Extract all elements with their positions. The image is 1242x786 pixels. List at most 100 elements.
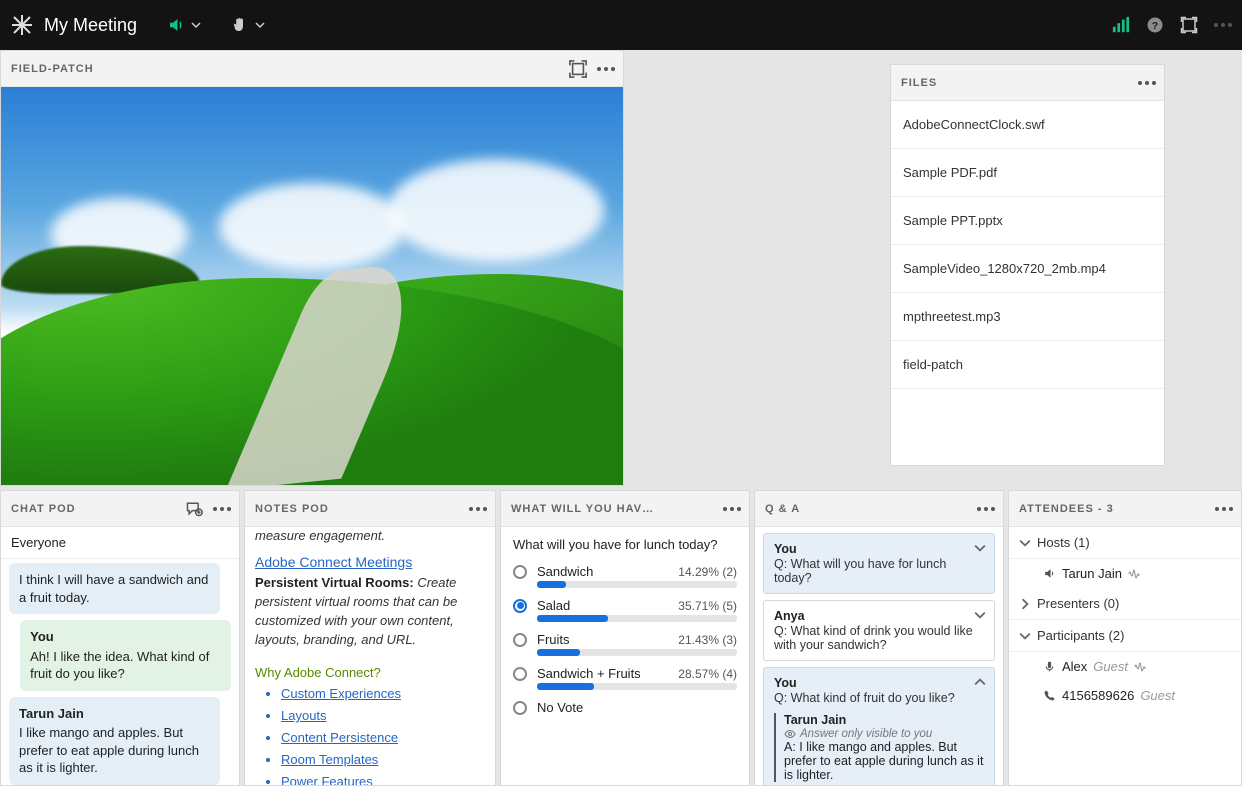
- qa-card[interactable]: YouQ: What kind of fruit do you like? Tar…: [763, 667, 995, 785]
- chat-message: I think I will have a sandwich and a fru…: [9, 563, 220, 614]
- chat-text: I think I will have a sandwich and a fru…: [19, 571, 210, 606]
- audio-wave-icon: [1134, 662, 1146, 672]
- share-content: [1, 87, 623, 485]
- file-row[interactable]: Sample PDF.pdf: [891, 149, 1164, 197]
- radio-icon: [513, 599, 527, 613]
- poll-options: Sandwich 14.29% (2) Salad 35.71% (5) Fruits2…: [501, 558, 749, 727]
- attendee-section-header[interactable]: Participants (2): [1009, 620, 1241, 652]
- audio-menu[interactable]: [167, 16, 201, 34]
- qa-list: YouQ: What will you have for lunch today…: [755, 527, 1003, 785]
- chevron-down-icon[interactable]: [974, 609, 986, 621]
- guest-label: Guest: [1140, 688, 1175, 703]
- meeting-title: My Meeting: [44, 15, 137, 36]
- chat-add-icon[interactable]: [185, 500, 203, 518]
- poll-pod: WHAT WILL YOU HAV… What will you have fo…: [500, 490, 750, 786]
- notes-bullet-link[interactable]: Custom Experiences: [281, 686, 401, 701]
- poll-option-label: Sandwich: [537, 564, 668, 579]
- attendees-pod: ATTENDEES - 3 Hosts (1) Tarun Jain Present…: [1008, 490, 1242, 786]
- pod-options-icon[interactable]: [597, 67, 615, 71]
- qa-author: You: [774, 542, 984, 556]
- pod-options-icon[interactable]: [213, 507, 231, 511]
- poll-option-pct: 28.57% (4): [678, 667, 737, 681]
- poll-option[interactable]: Fruits21.43% (3): [513, 632, 737, 647]
- notes-bullet-link[interactable]: Layouts: [281, 708, 327, 723]
- attendee-name: Tarun Jain: [1062, 566, 1122, 581]
- qa-author: You: [774, 676, 984, 690]
- attendee-section-label: Participants (2): [1037, 628, 1124, 643]
- poll-bar: [537, 581, 737, 588]
- speaker-icon: [1043, 567, 1056, 580]
- pod-options-icon[interactable]: [977, 507, 995, 511]
- share-pod-title: FIELD-PATCH: [11, 63, 569, 75]
- chevron-down-icon: [1019, 537, 1031, 549]
- qa-answer: Tarun JainAnswer only visible to youA: I…: [774, 713, 984, 782]
- chat-pod: CHAT POD Everyone I think I will have a …: [0, 490, 240, 786]
- attendees-pod-title: ATTENDEES - 3: [1019, 503, 1215, 515]
- chat-pod-title: CHAT POD: [11, 503, 185, 515]
- svg-text:?: ?: [1152, 20, 1158, 32]
- qa-pod-title: Q & A: [765, 503, 977, 515]
- app-logo-icon: [10, 13, 34, 37]
- chevron-down-icon: [1019, 630, 1031, 642]
- more-icon[interactable]: [1214, 23, 1232, 27]
- qa-card[interactable]: YouQ: What will you have for lunch today…: [763, 533, 995, 594]
- chat-messages: I think I will have a sandwich and a fru…: [1, 559, 239, 785]
- fullscreen-icon[interactable]: [1180, 16, 1198, 34]
- raise-hand-menu[interactable]: [231, 16, 265, 34]
- poll-option-pct: 35.71% (5): [678, 599, 737, 613]
- radio-icon: [513, 633, 527, 647]
- notes-pod: NOTES POD measure engagement. Adobe Conn…: [244, 490, 496, 786]
- poll-option-pct: 14.29% (2): [678, 565, 737, 579]
- audio-wave-icon: [1128, 569, 1140, 579]
- poll-bar: [537, 615, 737, 622]
- notes-bullet-link[interactable]: Power Features: [281, 774, 373, 785]
- pod-options-icon[interactable]: [1138, 81, 1156, 85]
- notes-why: Why Adobe Connect?: [255, 664, 485, 683]
- file-row[interactable]: Sample PPT.pptx: [891, 197, 1164, 245]
- fullscreen-icon[interactable]: [569, 60, 587, 78]
- poll-option-label: Salad: [537, 598, 668, 613]
- poll-option[interactable]: Sandwich 14.29% (2): [513, 564, 737, 579]
- chat-tab-everyone[interactable]: Everyone: [1, 527, 239, 559]
- poll-option[interactable]: Salad 35.71% (5): [513, 598, 737, 613]
- qa-card[interactable]: AnyaQ: What kind of drink you would like…: [763, 600, 995, 661]
- notes-line: measure engagement.: [255, 528, 385, 543]
- qa-visibility: Answer only visible to you: [784, 728, 984, 740]
- file-row[interactable]: field-patch: [891, 341, 1164, 389]
- file-row[interactable]: SampleVideo_1280x720_2mb.mp4: [891, 245, 1164, 293]
- chevron-up-icon[interactable]: [974, 676, 986, 688]
- mic-icon: [1043, 660, 1056, 673]
- poll-option[interactable]: Sandwich + Fruits28.57% (4): [513, 666, 737, 681]
- qa-question: Q: What kind of fruit do you like?: [774, 691, 984, 705]
- attendee-row[interactable]: 4156589626 Guest: [1009, 681, 1241, 710]
- attendees-list: Hosts (1) Tarun Jain Presenters (0) Partici…: [1009, 527, 1241, 785]
- notes-pod-title: NOTES POD: [255, 503, 469, 515]
- file-row[interactable]: mpthreetest.mp3: [891, 293, 1164, 341]
- poll-option[interactable]: No Vote: [513, 700, 737, 715]
- notes-bullet-link[interactable]: Room Templates: [281, 752, 378, 767]
- attendee-row[interactable]: Alex Guest: [1009, 652, 1241, 681]
- pod-options-icon[interactable]: [1215, 507, 1233, 511]
- chevron-down-icon[interactable]: [974, 542, 986, 554]
- qa-author: Anya: [774, 609, 984, 623]
- notes-content[interactable]: measure engagement. Adobe Connect Meetin…: [245, 527, 495, 785]
- notes-heading-link[interactable]: Adobe Connect Meetings: [255, 552, 485, 572]
- attendee-row[interactable]: Tarun Jain: [1009, 559, 1241, 588]
- qa-answer-author: Tarun Jain: [784, 713, 984, 727]
- pod-options-icon[interactable]: [723, 507, 741, 511]
- chevron-right-icon: [1019, 598, 1031, 610]
- chat-author: Tarun Jain: [19, 705, 210, 723]
- attendee-name: 4156589626: [1062, 688, 1134, 703]
- connection-icon[interactable]: [1112, 16, 1130, 34]
- help-icon[interactable]: ?: [1146, 16, 1164, 34]
- files-pod-title: FILES: [901, 77, 1138, 89]
- attendee-section-header[interactable]: Hosts (1): [1009, 527, 1241, 559]
- attendee-section-header[interactable]: Presenters (0): [1009, 588, 1241, 620]
- chevron-down-icon: [191, 20, 201, 30]
- notes-bullet-link[interactable]: Content Persistence: [281, 730, 398, 745]
- poll-question: What will you have for lunch today?: [501, 527, 749, 558]
- radio-icon: [513, 667, 527, 681]
- file-row[interactable]: AdobeConnectClock.swf: [891, 101, 1164, 149]
- files-pod: FILES AdobeConnectClock.swfSample PDF.pd…: [890, 64, 1165, 466]
- pod-options-icon[interactable]: [469, 507, 487, 511]
